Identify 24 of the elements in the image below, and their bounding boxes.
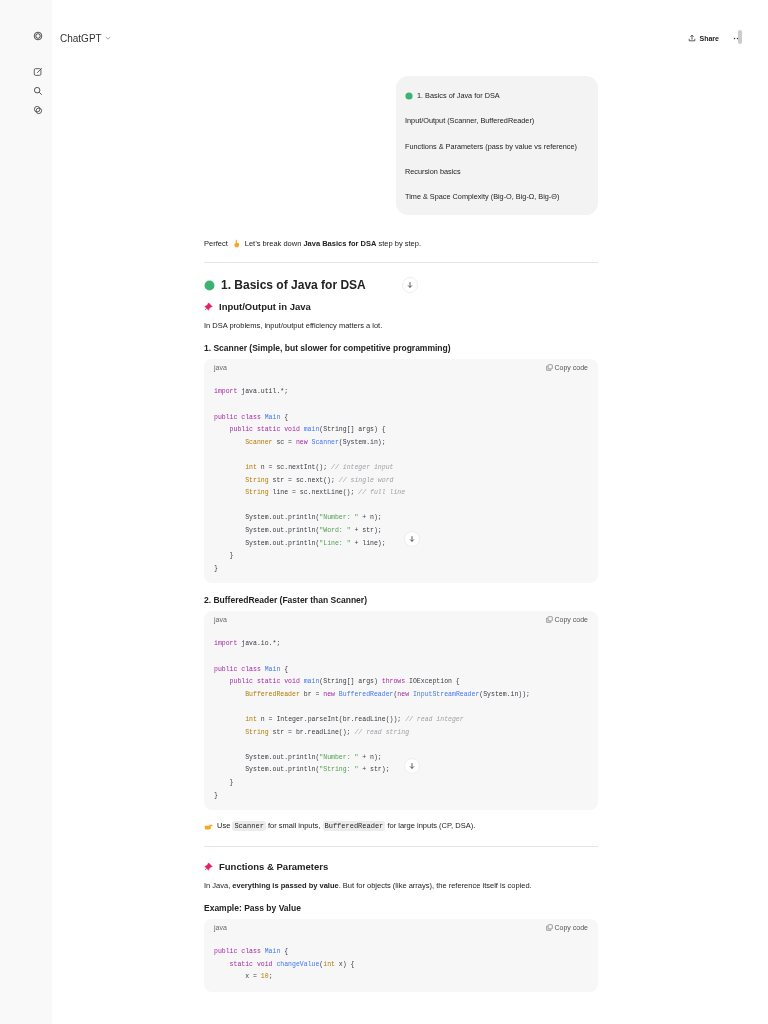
subsection-heading: Functions & Parameters <box>219 861 329 873</box>
pushpin-icon <box>204 302 213 312</box>
scrollbar-thumb[interactable] <box>738 30 742 44</box>
arrow-down-icon <box>408 762 416 771</box>
logo-icon[interactable] <box>33 31 43 41</box>
copy-icon <box>545 924 553 932</box>
example-heading: 1. Scanner (Simple, but slower for competitive programming) <box>204 343 452 354</box>
section-heading: 1. Basics of Java for DSA <box>221 278 366 293</box>
overlapping-circles-icon[interactable] <box>33 105 43 115</box>
subsection-heading: Input/Output in Java <box>219 301 311 313</box>
search-icon[interactable] <box>33 86 43 96</box>
arrow-down-icon <box>405 281 414 290</box>
example-heading: Example: Pass by Value <box>204 903 302 914</box>
chevron-down-icon <box>104 36 111 40</box>
hand-icon <box>231 239 241 249</box>
copy-icon <box>545 616 553 624</box>
arrow-down-icon <box>408 535 416 544</box>
share-icon <box>687 34 696 42</box>
copy-icon <box>545 364 553 372</box>
example-heading: 2. BufferedReader (Faster than Scanner) <box>204 595 368 606</box>
circle-icon <box>204 280 215 291</box>
pushpin-icon <box>204 862 213 872</box>
new-chat-icon[interactable] <box>33 67 43 77</box>
model-selector[interactable]: ChatGPT <box>60 32 111 44</box>
